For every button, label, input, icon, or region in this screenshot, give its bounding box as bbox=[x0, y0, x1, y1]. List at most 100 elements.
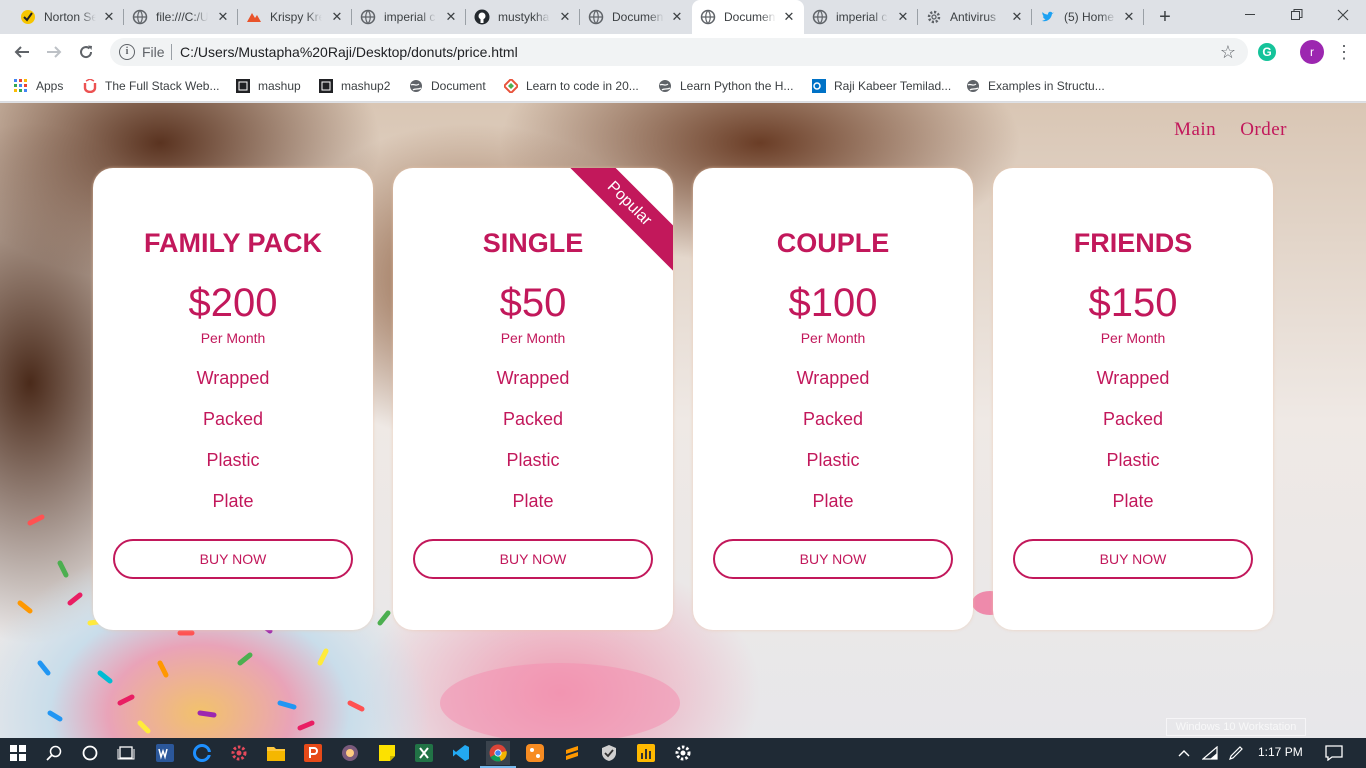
close-icon[interactable]: ✕ bbox=[216, 10, 230, 24]
windows-watermark: Windows 10 Workstation bbox=[1166, 718, 1306, 736]
more-menu-icon[interactable]: ⋮ bbox=[1334, 40, 1354, 64]
url-text[interactable]: C:/Users/Mustapha%20Raji/Desktop/donuts/… bbox=[180, 44, 518, 60]
nav-link-main[interactable]: Main bbox=[1174, 119, 1216, 141]
media-app[interactable] bbox=[338, 741, 362, 765]
close-icon[interactable]: ✕ bbox=[1122, 10, 1136, 24]
address-bar[interactable]: i File C:/Users/Mustapha%20Raji/Desktop/… bbox=[110, 38, 1248, 66]
profile-avatar[interactable]: r bbox=[1300, 40, 1324, 64]
word-app[interactable] bbox=[153, 741, 177, 765]
settings-app[interactable] bbox=[227, 741, 251, 765]
bookmark-apps[interactable]: Apps bbox=[14, 76, 63, 96]
pricing-card-family-pack: FAMILY PACK $200 Per Month Wrapped Packe… bbox=[93, 168, 373, 630]
close-icon[interactable]: ✕ bbox=[1010, 10, 1024, 24]
word-icon bbox=[156, 744, 174, 762]
bookmark-learn-python[interactable]: Learn Python the H... bbox=[658, 76, 793, 96]
mashup-icon bbox=[319, 79, 333, 93]
bookmark-outlook[interactable]: Raji Kabeer Temilad... bbox=[812, 76, 951, 96]
task-view-button[interactable] bbox=[114, 741, 138, 765]
close-icon[interactable]: ✕ bbox=[102, 10, 116, 24]
tab-imperial[interactable]: imperial college ✕ bbox=[352, 0, 466, 34]
tab-document[interactable]: Document ✕ bbox=[580, 0, 692, 34]
tab-krispy-kreme[interactable]: Krispy Kreme ✕ bbox=[238, 0, 352, 34]
excel-app[interactable] bbox=[412, 741, 436, 765]
info-icon[interactable]: i bbox=[119, 44, 135, 60]
settings-button[interactable] bbox=[671, 741, 695, 765]
reload-button[interactable] bbox=[72, 38, 100, 66]
close-icon[interactable]: ✕ bbox=[670, 10, 684, 24]
network-button[interactable] bbox=[1198, 741, 1222, 765]
close-window-button[interactable] bbox=[1320, 0, 1366, 30]
start-button[interactable] bbox=[6, 741, 30, 765]
bookmark-label: The Full Stack Web... bbox=[105, 79, 220, 93]
minimize-button[interactable] bbox=[1228, 0, 1274, 30]
tab-file[interactable]: file:///C:/Users ✕ bbox=[124, 0, 238, 34]
sublime-merge-app[interactable] bbox=[523, 741, 547, 765]
chart-app[interactable] bbox=[634, 741, 658, 765]
bookmark-document[interactable]: Document bbox=[409, 76, 486, 96]
tab-title: Document bbox=[612, 10, 664, 24]
close-icon[interactable]: ✕ bbox=[330, 10, 344, 24]
chrome-app[interactable] bbox=[480, 741, 516, 768]
tab-document-active[interactable]: Document ✕ bbox=[692, 0, 804, 34]
grammarly-icon[interactable]: G bbox=[1258, 43, 1276, 61]
close-icon[interactable]: ✕ bbox=[558, 10, 572, 24]
close-icon[interactable]: ✕ bbox=[896, 10, 910, 24]
github-icon bbox=[474, 9, 490, 25]
tab-imperial-2[interactable]: imperial college ✕ bbox=[804, 0, 918, 34]
vscode-app[interactable] bbox=[449, 741, 473, 765]
bookmark-learn-code[interactable]: Learn to code in 20... bbox=[504, 76, 639, 96]
back-button[interactable] bbox=[8, 38, 36, 66]
bookmark-mashup2[interactable]: mashup2 bbox=[319, 76, 390, 96]
buy-now-button[interactable]: BUY NOW bbox=[413, 539, 653, 579]
pricing-card-friends: FRIENDS $150 Per Month Wrapped Packed Pl… bbox=[993, 168, 1273, 630]
plan-feature: Wrapped bbox=[796, 368, 870, 388]
sublime-text-app[interactable] bbox=[560, 741, 584, 765]
search-button[interactable] bbox=[42, 741, 66, 765]
action-center-button[interactable] bbox=[1322, 741, 1346, 765]
taskbar-clock[interactable]: 1:17 PM bbox=[1258, 745, 1303, 759]
sticky-notes-app[interactable] bbox=[375, 741, 399, 765]
tab-twitter[interactable]: (5) Home ✕ bbox=[1032, 0, 1144, 34]
globe-icon bbox=[812, 9, 828, 25]
buy-now-button[interactable]: BUY NOW bbox=[1013, 539, 1253, 579]
nav-link-order[interactable]: Order bbox=[1240, 119, 1287, 141]
tab-title: imperial college bbox=[384, 10, 436, 24]
close-icon[interactable]: ✕ bbox=[782, 10, 796, 24]
new-tab-button[interactable]: + bbox=[1154, 6, 1176, 28]
bookmark-label: Document bbox=[431, 79, 486, 93]
tab-antivirus[interactable]: Antivirus ✕ bbox=[918, 0, 1032, 34]
tab-norton[interactable]: Norton Security ✕ bbox=[12, 0, 124, 34]
plan-price: $150 bbox=[1088, 281, 1178, 325]
wifi-icon bbox=[1202, 746, 1218, 760]
close-icon[interactable]: ✕ bbox=[444, 10, 458, 24]
security-app[interactable] bbox=[597, 741, 621, 765]
edge-app[interactable] bbox=[190, 741, 214, 765]
globe-icon bbox=[409, 79, 423, 93]
plan-feature: Packed bbox=[1102, 409, 1164, 429]
task-view-icon bbox=[117, 746, 135, 760]
bookmark-full-stack[interactable]: The Full Stack Web... bbox=[83, 76, 220, 96]
gear-icon bbox=[231, 745, 247, 761]
tab-github[interactable]: mustykhan ✕ bbox=[466, 0, 580, 34]
pricing-card-couple: COUPLE $100 Per Month Wrapped Packed Pla… bbox=[693, 168, 973, 630]
tab-title: Document bbox=[724, 10, 776, 24]
star-icon[interactable]: ☆ bbox=[1220, 42, 1236, 62]
tab-strip: Norton Security ✕ file:///C:/Users ✕ Kri… bbox=[0, 0, 1366, 34]
pen-button[interactable] bbox=[1224, 741, 1248, 765]
bookmark-mashup[interactable]: mashup bbox=[236, 76, 301, 96]
file-explorer-app[interactable] bbox=[264, 741, 288, 765]
tab-title: mustykhan bbox=[498, 10, 550, 24]
restore-icon bbox=[1291, 9, 1303, 20]
buy-now-button[interactable]: BUY NOW bbox=[713, 539, 953, 579]
show-hidden-icons[interactable] bbox=[1172, 741, 1196, 765]
cortana-button[interactable] bbox=[78, 741, 102, 765]
buy-now-button[interactable]: BUY NOW bbox=[113, 539, 353, 579]
bookmark-examples[interactable]: Examples in Structu... bbox=[966, 76, 1105, 96]
forward-button[interactable] bbox=[40, 38, 68, 66]
restore-button[interactable] bbox=[1274, 0, 1320, 30]
browser-toolbar: i File C:/Users/Mustapha%20Raji/Desktop/… bbox=[0, 34, 1366, 70]
p-app[interactable] bbox=[301, 741, 325, 765]
norton-icon bbox=[20, 9, 36, 25]
divider bbox=[171, 44, 172, 60]
globe-icon bbox=[360, 9, 376, 25]
